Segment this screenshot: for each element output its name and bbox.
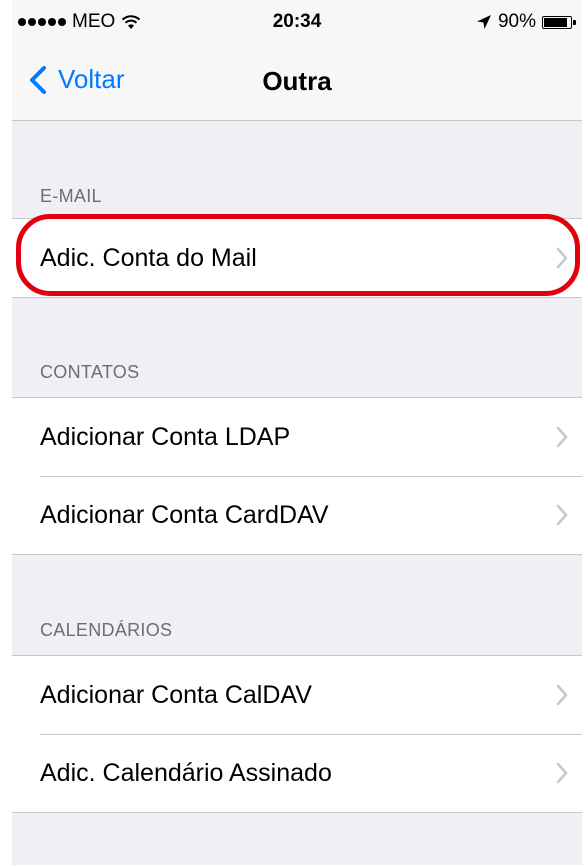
chevron-right-icon bbox=[556, 426, 568, 448]
page-title: Outra bbox=[262, 66, 332, 96]
row-label: Adicionar Conta CardDAV bbox=[40, 500, 329, 529]
group-email: Adic. Conta do Mail bbox=[12, 218, 582, 298]
status-right: 90% bbox=[476, 11, 576, 33]
row-label: Adic. Conta do Mail bbox=[40, 243, 257, 272]
section-header-calendars: CALENDÁRIOS bbox=[40, 620, 173, 640]
add-ldap-account-row[interactable]: Adicionar Conta LDAP bbox=[12, 398, 582, 476]
battery-icon bbox=[542, 15, 576, 29]
add-caldav-account-row[interactable]: Adicionar Conta CalDAV bbox=[12, 656, 582, 734]
location-arrow-icon bbox=[476, 15, 491, 29]
add-subscribed-calendar-row[interactable]: Adic. Calendário Assinado bbox=[12, 734, 582, 812]
section-header-contacts: CONTATOS bbox=[40, 362, 140, 382]
status-bar: MEO 20:34 90% bbox=[12, 0, 582, 40]
navigation-bar: Voltar Outra bbox=[12, 40, 582, 121]
chevron-right-icon bbox=[556, 684, 568, 706]
chevron-right-icon bbox=[556, 504, 568, 526]
group-calendars: Adicionar Conta CalDAV Adic. Calendário … bbox=[12, 655, 582, 813]
chevron-right-icon bbox=[556, 762, 568, 784]
row-label: Adicionar Conta CalDAV bbox=[40, 680, 312, 709]
section-header-email: E-MAIL bbox=[40, 186, 102, 206]
battery-percent: 90% bbox=[497, 11, 536, 32]
row-label: Adicionar Conta LDAP bbox=[40, 422, 291, 451]
group-contacts: Adicionar Conta LDAP Adicionar Conta Car… bbox=[12, 397, 582, 555]
add-carddav-account-row[interactable]: Adicionar Conta CardDAV bbox=[12, 476, 582, 554]
chevron-right-icon bbox=[556, 247, 568, 269]
add-mail-account-row[interactable]: Adic. Conta do Mail bbox=[12, 219, 582, 297]
row-label: Adic. Calendário Assinado bbox=[40, 758, 332, 787]
settings-screen: MEO 20:34 90% Voltar Outra E-MAIL Adic. … bbox=[12, 0, 582, 865]
